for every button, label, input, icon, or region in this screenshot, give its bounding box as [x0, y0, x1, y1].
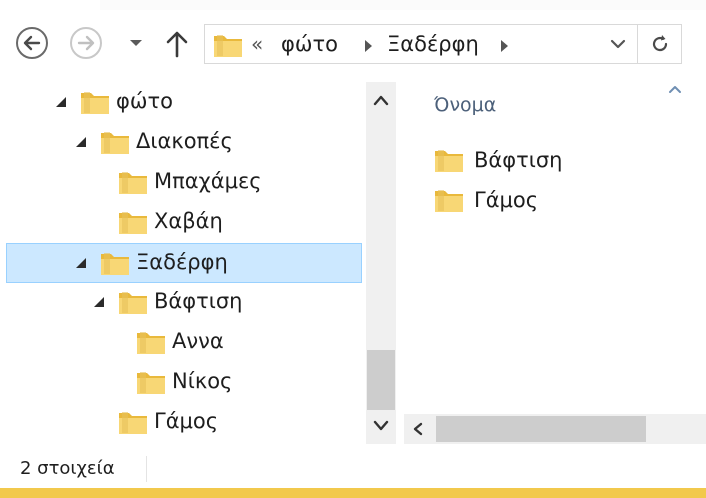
folder-icon: [101, 132, 129, 154]
tree-item[interactable]: Αννα: [0, 323, 366, 363]
scroll-left-icon[interactable]: [412, 422, 424, 436]
back-arrow-icon: [23, 35, 41, 51]
refresh-icon: [652, 35, 667, 52]
up-button[interactable]: [164, 30, 190, 58]
status-divider: [146, 456, 147, 482]
tree-item-label: Νίκος: [172, 369, 233, 393]
tree-item[interactable]: Χαβάη: [0, 203, 366, 243]
scrollbar-thumb[interactable]: [367, 350, 395, 410]
scrollbar-thumb[interactable]: [436, 416, 646, 442]
address-dropdown-chevron-icon[interactable]: [609, 36, 627, 52]
refresh-button[interactable]: [638, 24, 682, 64]
tree-item-label: Χαβάη: [154, 209, 223, 233]
tree-item-label: Μπαχάμες: [154, 169, 262, 193]
folder-icon: [214, 35, 242, 57]
navigation-pane: φώτο Διακοπές Μπαχάμες Χαβάη Ξαδέρφη Βάφτιση Α…: [0, 82, 366, 444]
scroll-down-icon[interactable]: [373, 420, 389, 432]
item-count: 2 στοιχεία: [20, 458, 115, 479]
folder-icon: [435, 190, 463, 212]
tree-item[interactable]: φώτο: [0, 83, 366, 123]
tree-item[interactable]: Νίκος: [0, 363, 366, 403]
folder-icon: [119, 412, 147, 434]
list-item[interactable]: Βάφτιση: [434, 144, 674, 180]
expand-arrow-icon[interactable]: [76, 137, 86, 147]
expand-arrow-icon[interactable]: [56, 97, 66, 107]
recent-locations-button[interactable]: [128, 36, 144, 50]
list-item-label: Βάφτιση: [474, 148, 563, 172]
folder-icon: [119, 212, 147, 234]
toolbar-edge: [0, 0, 100, 10]
navigation-toolbar: « φώτο Ξαδέρφη: [0, 0, 706, 88]
scroll-up-icon[interactable]: [373, 94, 389, 106]
breadcrumb-separator-icon[interactable]: [365, 40, 372, 52]
folder-icon: [81, 92, 109, 114]
tree-item-label: Γάμος: [154, 409, 219, 433]
list-item[interactable]: Γάμος: [434, 184, 674, 220]
tree-item[interactable]: Μπαχάμες: [0, 163, 366, 203]
window-bottom-edge: [0, 488, 706, 498]
expand-arrow-icon[interactable]: [94, 297, 104, 307]
tree-item[interactable]: Γάμος: [0, 403, 366, 443]
status-bar: 2 στοιχεία: [0, 448, 706, 488]
address-bar[interactable]: « φώτο Ξαδέρφη: [204, 24, 638, 64]
tree-item-label: Βάφτιση: [154, 289, 243, 313]
folder-icon: [119, 292, 147, 314]
folder-icon: [101, 253, 129, 275]
tree-item[interactable]: Διακοπές: [0, 123, 366, 163]
nav-vertical-scrollbar[interactable]: [366, 82, 396, 444]
breadcrumb-separator-icon[interactable]: [501, 40, 508, 52]
chevron-down-icon: [130, 40, 142, 46]
forward-arrow-icon: [77, 35, 95, 51]
tree-item-label: φώτο: [116, 89, 173, 113]
back-button[interactable]: [16, 27, 48, 59]
tree-item[interactable]: Βάφτιση: [0, 283, 366, 323]
breadcrumb-cousin[interactable]: Ξαδέρφη: [387, 32, 479, 56]
breadcrumb-overflow[interactable]: «: [251, 32, 263, 56]
content-horizontal-scrollbar[interactable]: [404, 414, 706, 444]
folder-icon: [137, 372, 165, 394]
folder-icon: [119, 172, 147, 194]
file-list-pane: Όνομα Βάφτιση Γάμος: [404, 82, 706, 444]
column-header-name[interactable]: Όνομα: [434, 94, 496, 116]
forward-button[interactable]: [70, 27, 102, 59]
tree-item-label: Διακοπές: [136, 129, 233, 153]
list-item-label: Γάμος: [474, 188, 539, 212]
folder-icon: [435, 150, 463, 172]
toolbar-top-band: [100, 0, 706, 10]
tree-item-label: Αννα: [172, 329, 224, 353]
up-arrow-icon: [166, 31, 188, 58]
expand-arrow-icon[interactable]: [76, 258, 86, 268]
tree-item-label: Ξαδέρφη: [136, 250, 228, 274]
sort-ascending-icon[interactable]: [668, 84, 682, 94]
breadcrumb-photos[interactable]: φώτο: [281, 32, 338, 56]
folder-icon: [137, 332, 165, 354]
tree-item[interactable]: Ξαδέρφη: [6, 243, 362, 283]
